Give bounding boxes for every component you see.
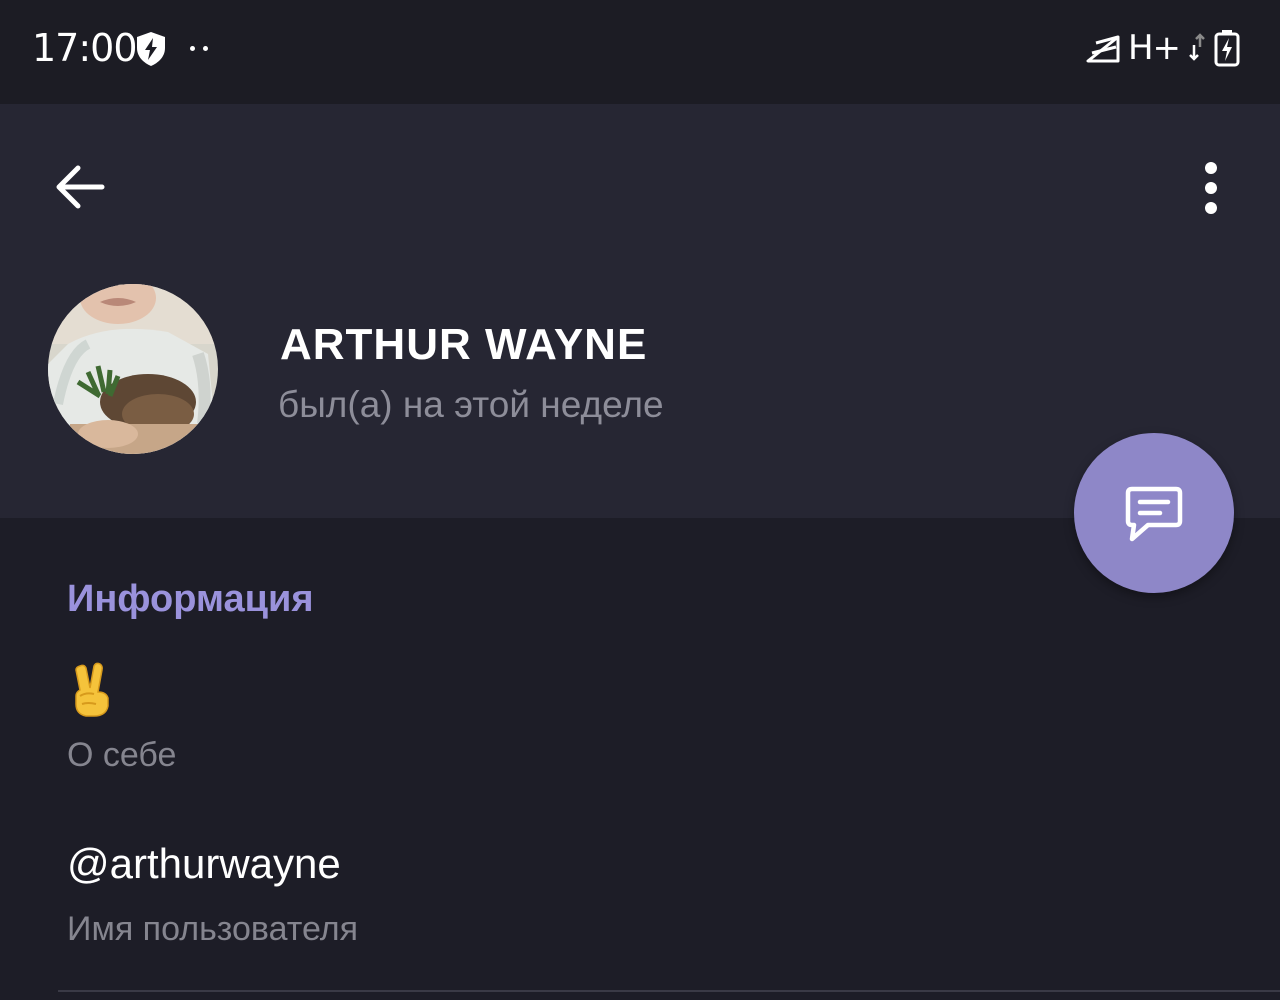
status-time: 17:00 bbox=[32, 26, 138, 70]
avatar-photo bbox=[48, 284, 218, 454]
username-label: Имя пользователя bbox=[67, 910, 358, 948]
section-title-info: Информация bbox=[67, 578, 314, 620]
bio-label: О себе bbox=[67, 736, 177, 774]
shield-bolt-icon bbox=[137, 32, 165, 66]
profile-name: ARTHUR WAYNE bbox=[280, 320, 648, 369]
avatar[interactable] bbox=[48, 284, 218, 454]
status-bar: 17:00 H+ bbox=[0, 0, 1280, 104]
section-divider bbox=[58, 990, 1280, 992]
last-seen-status: был(а) на этой неделе bbox=[278, 384, 664, 425]
send-message-button[interactable] bbox=[1074, 433, 1234, 593]
more-vertical-icon[interactable] bbox=[1190, 158, 1232, 218]
username-value[interactable]: @arthurwayne bbox=[67, 840, 341, 888]
data-arrows-icon bbox=[1189, 33, 1205, 61]
battery-charging-icon bbox=[1214, 30, 1240, 67]
notification-dots-icon bbox=[190, 46, 210, 54]
back-arrow-icon[interactable] bbox=[52, 162, 108, 212]
info-section: Информация О себе @arthurwayne Имя польз… bbox=[0, 518, 1280, 1000]
status-indicators: H+ bbox=[1086, 26, 1240, 70]
bio-value[interactable] bbox=[68, 662, 114, 718]
profile-header: ARTHUR WAYNE был(а) на этой неделе bbox=[0, 104, 1280, 518]
network-type: H+ bbox=[1127, 28, 1181, 68]
signal-icon bbox=[1086, 35, 1120, 63]
victory-hand-icon bbox=[75, 662, 109, 717]
message-icon bbox=[1125, 486, 1183, 542]
